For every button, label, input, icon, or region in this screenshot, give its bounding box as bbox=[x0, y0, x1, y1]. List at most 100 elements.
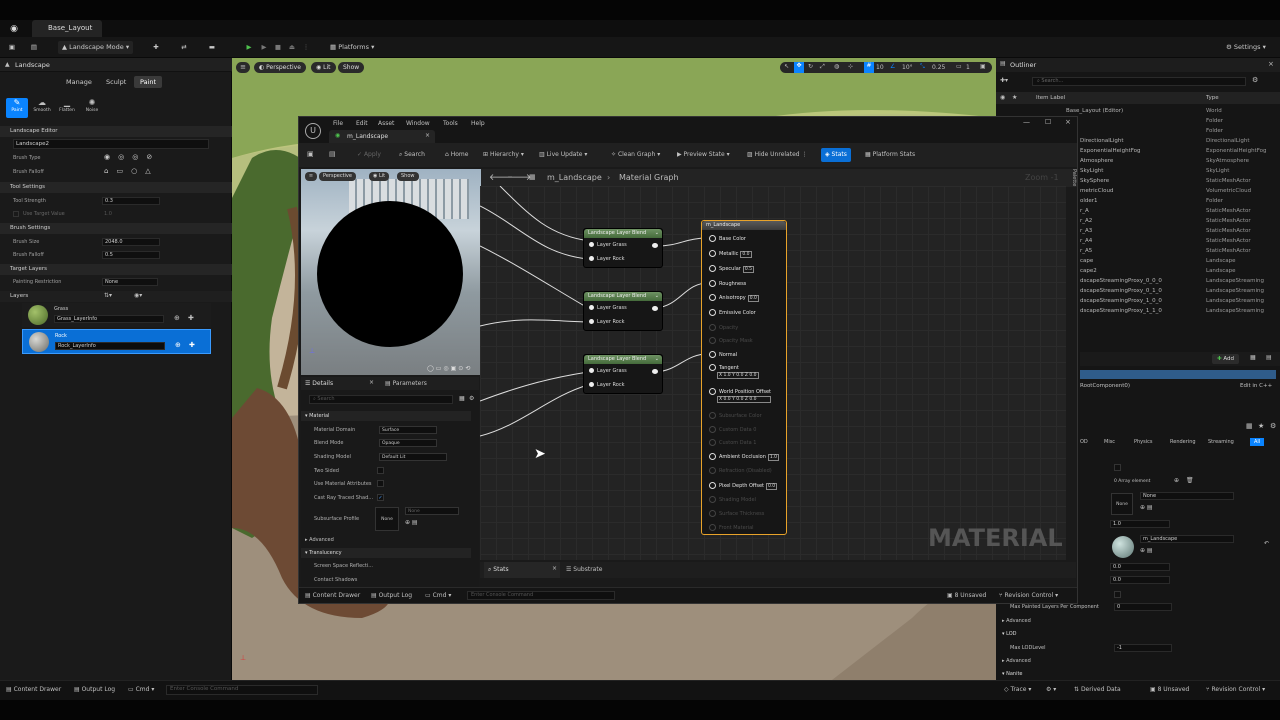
revision-control[interactable]: ⑂ Revision Control ▾ bbox=[1206, 686, 1265, 693]
menu-tools[interactable]: Tools bbox=[443, 120, 458, 127]
apply-button[interactable]: ✓ Apply bbox=[357, 151, 381, 158]
layer-info-grass[interactable]: Grass_LayerInfo bbox=[54, 315, 164, 323]
result-pin[interactable]: Pixel Depth Offset 0.0 bbox=[709, 482, 778, 490]
stats-tab-close-icon[interactable]: × bbox=[552, 565, 557, 572]
layer-visibility-icon[interactable]: ◉▾ bbox=[134, 292, 142, 299]
parameters-tab[interactable]: ▤ Parameters bbox=[385, 380, 427, 387]
brush-circle-icon[interactable]: ◉ bbox=[104, 153, 118, 161]
blueprint-icon[interactable]: ⇄ bbox=[178, 41, 190, 54]
preview-menu-icon[interactable]: ≡ bbox=[305, 172, 317, 181]
grass-add-icon[interactable]: ✚ bbox=[188, 314, 194, 322]
outliner-row[interactable]: dscapeStreamingProxy_1_1_0 LandscapeStrea… bbox=[1080, 306, 1276, 316]
outliner-close-icon[interactable]: × bbox=[1268, 60, 1274, 68]
outliner-row[interactable]: DirectionalLight DirectionalLight bbox=[1080, 136, 1276, 146]
tool-noise[interactable]: ✺ Noise bbox=[80, 98, 104, 118]
blueprint-add-icon[interactable]: ▦ bbox=[1250, 354, 1256, 361]
filter-misc[interactable]: Misc bbox=[1104, 439, 1115, 445]
breadcrumb-graph[interactable]: Material Graph bbox=[619, 173, 679, 182]
falloff-spherical-icon[interactable]: ○ bbox=[131, 167, 145, 175]
layer-sort-icon[interactable]: ⇅▾ bbox=[104, 292, 112, 299]
result-pin[interactable]: World Position Offset X 0.0 Y 0.0 Z 0.0 bbox=[709, 388, 771, 403]
stats-tab[interactable]: ⌕ Stats × bbox=[484, 562, 560, 578]
viewport-menu-icon[interactable]: ≡ bbox=[236, 62, 250, 73]
collapse-icon[interactable]: ⌄ bbox=[655, 229, 659, 238]
me-console-input[interactable]: Enter Console Command bbox=[467, 591, 615, 600]
use-material-attributes-checkbox[interactable] bbox=[377, 480, 384, 487]
tool-strength-field[interactable]: 0.3 bbox=[102, 197, 160, 205]
details-search-input[interactable]: ⌕ Search bbox=[309, 395, 453, 404]
mesh-thumbnail[interactable]: None bbox=[1111, 493, 1133, 515]
material-domain-select[interactable]: Surface bbox=[379, 426, 437, 434]
result-pin[interactable]: Surface Thickness bbox=[709, 510, 764, 517]
me-cmd-dropdown[interactable]: ▭ Cmd ▾ bbox=[425, 592, 451, 599]
result-pin[interactable]: Metallic 0.0 bbox=[709, 250, 752, 258]
result-pin[interactable]: Normal bbox=[709, 351, 737, 358]
menu-edit[interactable]: Edit bbox=[356, 120, 368, 127]
tool-smooth[interactable]: ☁ Smooth bbox=[30, 98, 54, 118]
layer-row-rock[interactable]: Rock Rock_LayerInfo ⊕ ✚ bbox=[22, 329, 211, 354]
outliner-row[interactable]: SkySphere StaticMeshActor bbox=[1080, 176, 1276, 186]
node-pin-layer-grass[interactable]: Layer Grass bbox=[589, 368, 627, 374]
layer-info-rock[interactable]: Rock_LayerInfo bbox=[55, 342, 165, 350]
edit-in-cpp-link[interactable]: Edit in C++ bbox=[1240, 383, 1272, 389]
brush-type-options[interactable]: ◉◎◎⊘ bbox=[104, 153, 174, 163]
preview-perspective-button[interactable]: Perspective bbox=[319, 172, 356, 181]
material-section-header[interactable]: ▾ Material bbox=[301, 411, 471, 421]
tab-sculpt[interactable]: Sculpt bbox=[106, 78, 126, 86]
brush-falloff-field[interactable]: 0.5 bbox=[102, 251, 160, 259]
result-pin-value[interactable]: 0.5 bbox=[742, 266, 755, 273]
falloff-tip-icon[interactable]: △ bbox=[145, 167, 158, 175]
visibility-col-icon[interactable]: ◉ bbox=[1000, 94, 1005, 101]
result-pin[interactable]: Tangent X 1.0 Y 0.0 Z 0.0 bbox=[709, 364, 759, 379]
outliner-row[interactable]: metricCloud VolumetricCloud bbox=[1080, 186, 1276, 196]
lod-section[interactable]: ▾ LOD bbox=[1002, 631, 1017, 637]
trace-button[interactable]: ◇ Trace ▾ bbox=[1004, 686, 1031, 693]
outliner-row[interactable]: older1 Folder bbox=[1080, 196, 1276, 206]
menu-asset[interactable]: Asset bbox=[378, 120, 394, 127]
platforms-dropdown[interactable]: ▦ Platforms ▾ bbox=[330, 41, 374, 54]
outliner-row[interactable]: dscapeStreamingProxy_0_1_0 LandscapeStrea… bbox=[1080, 286, 1276, 296]
forward-arrow-icon[interactable]: 🡒 bbox=[507, 172, 531, 183]
rock-add-icon[interactable]: ✚ bbox=[189, 341, 195, 349]
outliner-row[interactable]: Folder bbox=[1080, 126, 1276, 136]
two-sided-checkbox[interactable] bbox=[377, 467, 384, 474]
result-pin[interactable]: Custom Data 1 bbox=[709, 439, 756, 446]
clean-graph-button[interactable]: ✧ Clean Graph ▾ bbox=[611, 151, 660, 158]
result-pin[interactable]: Ambient Occlusion 1.0 bbox=[709, 453, 780, 461]
unsaved-button[interactable]: ▣ 8 Unsaved bbox=[1150, 686, 1189, 693]
me-revision-control[interactable]: ⑂ Revision Control ▾ bbox=[999, 592, 1058, 599]
outliner-row[interactable]: r_A2 StaticMeshActor bbox=[1080, 216, 1276, 226]
details-tab[interactable]: ☰ Details bbox=[305, 380, 333, 387]
result-pin[interactable]: Emissive Color bbox=[709, 309, 756, 316]
filter-streaming[interactable]: Streaming bbox=[1208, 439, 1234, 445]
details-view-icon[interactable]: ▦ bbox=[459, 395, 465, 402]
viewport-perspective-button[interactable]: ◐ Perspective bbox=[254, 62, 306, 73]
outliner-row[interactable]: r_A4 StaticMeshActor bbox=[1080, 236, 1276, 246]
result-pin-value[interactable]: 0.0 bbox=[747, 295, 759, 302]
outliner-row[interactable]: ExponentialHeightFog ExponentialHeightFog bbox=[1080, 146, 1276, 156]
preview-show-button[interactable]: Show bbox=[397, 172, 419, 181]
advanced-section-2[interactable]: ▸ Advanced bbox=[1002, 658, 1031, 664]
result-pin[interactable]: Shading Model bbox=[709, 496, 756, 503]
result-pin[interactable]: Anisotropy 0.0 bbox=[709, 294, 759, 302]
painting-restriction-select[interactable]: None bbox=[102, 278, 158, 286]
node-output-pin[interactable] bbox=[652, 369, 658, 374]
stats-button[interactable]: ◈ Stats bbox=[821, 148, 851, 162]
scale-mode-icon[interactable]: ⤢ bbox=[820, 63, 825, 71]
grid-snap-icon[interactable]: # bbox=[864, 62, 874, 73]
outliner-row[interactable]: r_A StaticMeshActor bbox=[1080, 206, 1276, 216]
collapse-icon[interactable]: ⌄ bbox=[655, 292, 659, 301]
content-icon[interactable]: ▤ bbox=[28, 41, 40, 54]
material-result-node[interactable]: m_Landscape Base Color Metallic 0.0 Specula… bbox=[701, 220, 787, 535]
preview-shape-icons[interactable]: ◯▭◎▣⊙⟲ bbox=[427, 365, 472, 372]
rock-target-icon[interactable]: ⊕ bbox=[175, 341, 181, 349]
minimize-icon[interactable]: — bbox=[1023, 118, 1030, 126]
outliner-row[interactable]: dscapeStreamingProxy_1_0_0 LandscapeStrea… bbox=[1080, 296, 1276, 306]
eject-icon[interactable]: ⏏ bbox=[286, 41, 298, 54]
select-mode-icon[interactable]: ↖ bbox=[784, 63, 789, 70]
landscape-select[interactable]: Landscape2 bbox=[13, 139, 209, 149]
favorite-icon[interactable]: ★ bbox=[1258, 422, 1264, 430]
tool-flatten[interactable]: ▁ Flatten bbox=[55, 98, 79, 118]
palette-tab[interactable]: Palette bbox=[1067, 169, 1077, 209]
material-thumbnail[interactable] bbox=[1112, 536, 1134, 558]
